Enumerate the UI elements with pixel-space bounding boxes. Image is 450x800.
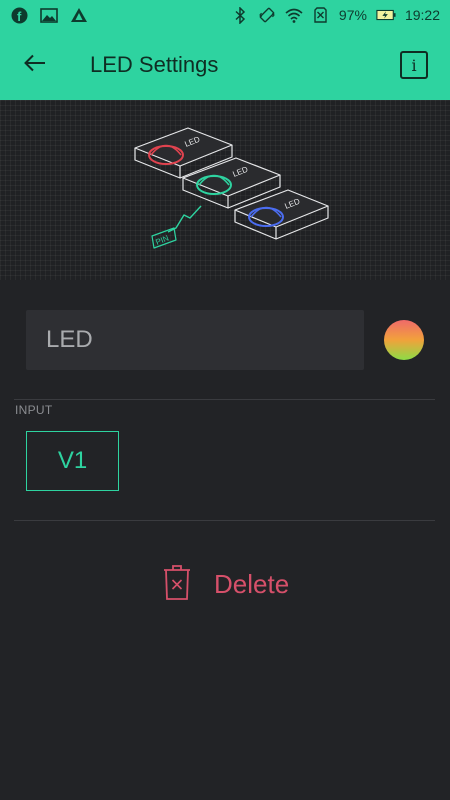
info-button[interactable]: i [400, 51, 428, 79]
delete-label: Delete [214, 568, 290, 599]
widget-name-input[interactable] [26, 310, 364, 370]
triangle-app-icon [70, 6, 88, 24]
led-diagram: LED LED LED PIN [134, 127, 329, 249]
facebook-icon: f [10, 6, 28, 24]
pin-select-button[interactable]: V1 [26, 431, 119, 491]
pin-label: PIN [154, 233, 170, 246]
no-sim-icon [312, 6, 330, 24]
page-title: LED Settings [90, 52, 219, 77]
battery-charging-icon [376, 9, 396, 21]
divider [14, 520, 435, 521]
bluetooth-icon [231, 6, 249, 24]
svg-text:f: f [17, 9, 22, 24]
delete-button[interactable]: Delete [160, 564, 290, 605]
led-illustration: LED LED LED PIN [0, 100, 450, 280]
trash-icon [160, 564, 194, 605]
arrow-left-icon [24, 54, 46, 77]
led-block-blue [234, 189, 329, 240]
wifi-icon [285, 6, 303, 24]
divider [14, 399, 435, 400]
toolbar: LED Settings i [0, 30, 450, 100]
vibrate-icon [258, 6, 276, 24]
input-section-label: INPUT [15, 403, 53, 417]
color-picker-button[interactable] [384, 320, 424, 360]
image-icon [40, 6, 58, 24]
clock: 19:22 [404, 7, 440, 23]
status-bar: f 97% 19:22 [0, 0, 450, 30]
battery-percent: 97% [338, 7, 367, 23]
back-button[interactable] [0, 30, 70, 100]
